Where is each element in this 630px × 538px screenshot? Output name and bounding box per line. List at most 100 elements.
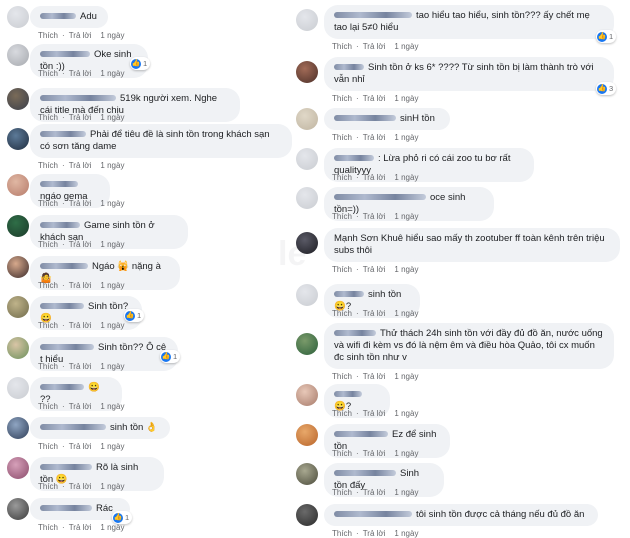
avatar[interactable] — [7, 296, 29, 318]
timestamp[interactable]: 1 ngày — [100, 281, 124, 290]
avatar[interactable] — [296, 384, 318, 406]
timestamp[interactable]: 1 ngày — [100, 69, 124, 78]
timestamp[interactable]: 1 ngày — [100, 199, 124, 208]
timestamp[interactable]: 1 ngày — [100, 113, 124, 122]
avatar[interactable] — [296, 9, 318, 31]
avatar[interactable] — [7, 256, 29, 278]
like-link[interactable]: Thích — [38, 482, 58, 491]
avatar[interactable] — [296, 284, 318, 306]
avatar[interactable] — [7, 88, 29, 110]
reply-link[interactable]: Trả lời — [363, 409, 386, 418]
timestamp[interactable]: 1 ngày — [394, 529, 418, 538]
avatar[interactable] — [296, 148, 318, 170]
like-link[interactable]: Thích — [332, 309, 352, 318]
avatar[interactable] — [7, 128, 29, 150]
reply-link[interactable]: Trả lời — [69, 281, 92, 290]
timestamp[interactable]: 1 ngày — [394, 449, 418, 458]
avatar[interactable] — [7, 498, 29, 520]
like-link[interactable]: Thích — [38, 240, 58, 249]
reply-link[interactable]: Trả lời — [363, 265, 386, 274]
reply-link[interactable]: Trả lời — [69, 31, 92, 40]
reply-link[interactable]: Trả lời — [363, 42, 386, 51]
blurred-author-name[interactable] — [40, 51, 90, 58]
like-link[interactable]: Thích — [38, 442, 58, 451]
like-link[interactable]: Thích — [332, 372, 352, 381]
reply-link[interactable]: Trả lời — [69, 161, 92, 170]
blurred-author-name[interactable] — [40, 464, 92, 471]
reply-link[interactable]: Trả lời — [69, 362, 92, 371]
reply-link[interactable]: Trả lời — [69, 523, 92, 532]
reply-link[interactable]: Trả lời — [69, 69, 92, 78]
avatar[interactable] — [7, 174, 29, 196]
like-link[interactable]: Thích — [38, 402, 58, 411]
timestamp[interactable]: 1 ngày — [394, 409, 418, 418]
blurred-author-name[interactable] — [334, 64, 364, 71]
blurred-author-name[interactable] — [40, 263, 88, 270]
reaction-count[interactable]: 👍 1 — [596, 30, 617, 43]
timestamp[interactable]: 1 ngày — [394, 94, 418, 103]
timestamp[interactable]: 1 ngày — [394, 173, 418, 182]
reply-link[interactable]: Trả lời — [69, 199, 92, 208]
timestamp[interactable]: 1 ngày — [394, 212, 418, 221]
blurred-author-name[interactable] — [334, 194, 426, 201]
blurred-author-name[interactable] — [334, 330, 376, 337]
like-link[interactable]: Thích — [332, 212, 352, 221]
like-link[interactable]: Thích — [332, 94, 352, 103]
blurred-author-name[interactable] — [40, 181, 78, 188]
reaction-count[interactable]: 👍 1 — [130, 57, 151, 70]
reaction-count[interactable]: 👍 1 — [160, 350, 181, 363]
avatar[interactable] — [296, 108, 318, 130]
like-link[interactable]: Thích — [332, 265, 352, 274]
like-link[interactable]: Thích — [332, 529, 352, 538]
timestamp[interactable]: 1 ngày — [100, 240, 124, 249]
reply-link[interactable]: Trả lời — [69, 113, 92, 122]
avatar[interactable] — [7, 6, 29, 28]
blurred-author-name[interactable] — [334, 511, 412, 518]
like-link[interactable]: Thích — [38, 321, 58, 330]
blurred-author-name[interactable] — [334, 470, 396, 477]
reply-link[interactable]: Trả lời — [363, 173, 386, 182]
avatar[interactable] — [296, 232, 318, 254]
blurred-author-name[interactable] — [40, 344, 94, 351]
reply-link[interactable]: Trả lời — [363, 309, 386, 318]
avatar[interactable] — [7, 215, 29, 237]
like-link[interactable]: Thích — [38, 69, 58, 78]
blurred-author-name[interactable] — [334, 12, 412, 19]
timestamp[interactable]: 1 ngày — [100, 31, 124, 40]
timestamp[interactable]: 1 ngày — [394, 133, 418, 142]
like-link[interactable]: Thích — [38, 161, 58, 170]
blurred-author-name[interactable] — [334, 115, 396, 122]
timestamp[interactable]: 1 ngày — [100, 161, 124, 170]
like-link[interactable]: Thích — [38, 199, 58, 208]
avatar[interactable] — [7, 44, 29, 66]
reply-link[interactable]: Trả lời — [363, 449, 386, 458]
like-link[interactable]: Thích — [332, 488, 352, 497]
blurred-author-name[interactable] — [40, 131, 86, 138]
reply-link[interactable]: Trả lời — [363, 212, 386, 221]
timestamp[interactable]: 1 ngày — [100, 402, 124, 411]
blurred-author-name[interactable] — [334, 155, 374, 162]
like-link[interactable]: Thích — [38, 31, 58, 40]
timestamp[interactable]: 1 ngày — [100, 321, 124, 330]
blurred-author-name[interactable] — [334, 391, 362, 398]
timestamp[interactable]: 1 ngày — [100, 523, 124, 532]
timestamp[interactable]: 1 ngày — [394, 488, 418, 497]
avatar[interactable] — [296, 504, 318, 526]
reply-link[interactable]: Trả lời — [363, 94, 386, 103]
like-link[interactable]: Thích — [332, 133, 352, 142]
reply-link[interactable]: Trả lời — [69, 240, 92, 249]
blurred-author-name[interactable] — [40, 384, 84, 391]
reply-link[interactable]: Trả lời — [69, 402, 92, 411]
timestamp[interactable]: 1 ngày — [100, 482, 124, 491]
like-link[interactable]: Thích — [332, 449, 352, 458]
like-link[interactable]: Thích — [38, 113, 58, 122]
avatar[interactable] — [296, 61, 318, 83]
avatar[interactable] — [7, 337, 29, 359]
like-link[interactable]: Thích — [38, 281, 58, 290]
avatar[interactable] — [7, 377, 29, 399]
reply-link[interactable]: Trả lời — [363, 133, 386, 142]
blurred-author-name[interactable] — [334, 291, 364, 298]
timestamp[interactable]: 1 ngày — [394, 265, 418, 274]
blurred-author-name[interactable] — [334, 431, 388, 438]
like-link[interactable]: Thích — [38, 523, 58, 532]
